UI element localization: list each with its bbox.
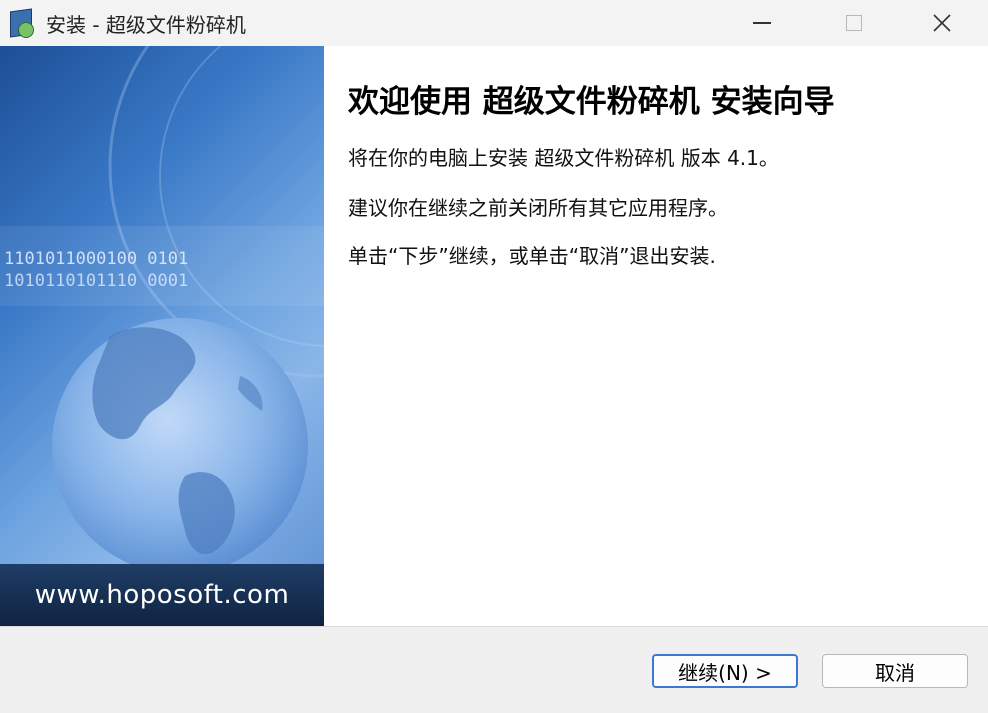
title-bar[interactable]: 安装 - 超级文件粉碎机 [0, 0, 988, 46]
wizard-content: 1101011000100 0101 1010110101110 0001 ww… [0, 46, 988, 626]
button-bar: 继续(N) > 取消 [0, 626, 988, 713]
next-button[interactable]: 继续(N) > [652, 654, 798, 688]
close-apps-advice-text: 建议你在继续之前关闭所有其它应用程序。 [348, 196, 728, 220]
maximize-icon [846, 15, 862, 31]
installer-app-icon [6, 8, 36, 38]
close-button[interactable] [896, 0, 988, 46]
wizard-banner-image: 1101011000100 0101 1010110101110 0001 ww… [0, 46, 324, 626]
globe-illustration: 1101011000100 0101 1010110101110 0001 [0, 46, 324, 574]
cancel-button[interactable]: 取消 [822, 654, 968, 688]
installer-window: 安装 - 超级文件粉碎机 1101011000100 0101 10101101… [0, 0, 988, 713]
install-info-text: 将在你的电脑上安装 超级文件粉碎机 版本 4.1。 [348, 146, 779, 170]
minimize-button[interactable] [716, 0, 808, 46]
page-title: 欢迎使用 超级文件粉碎机 安装向导 [348, 84, 835, 120]
banner-url-strip: www.hoposoft.com [0, 564, 324, 626]
binary-text-line-2: 1010110101110 0001 [4, 271, 188, 291]
maximize-button[interactable] [808, 0, 900, 46]
minimize-icon [753, 22, 771, 24]
instruction-text: 单击“下步”继续，或单击“取消”退出安装. [348, 244, 716, 268]
binary-text-line-1: 1101011000100 0101 [4, 249, 188, 269]
window-title: 安装 - 超级文件粉碎机 [46, 12, 246, 37]
close-icon [933, 14, 951, 32]
banner-url: www.hoposoft.com [34, 580, 290, 610]
